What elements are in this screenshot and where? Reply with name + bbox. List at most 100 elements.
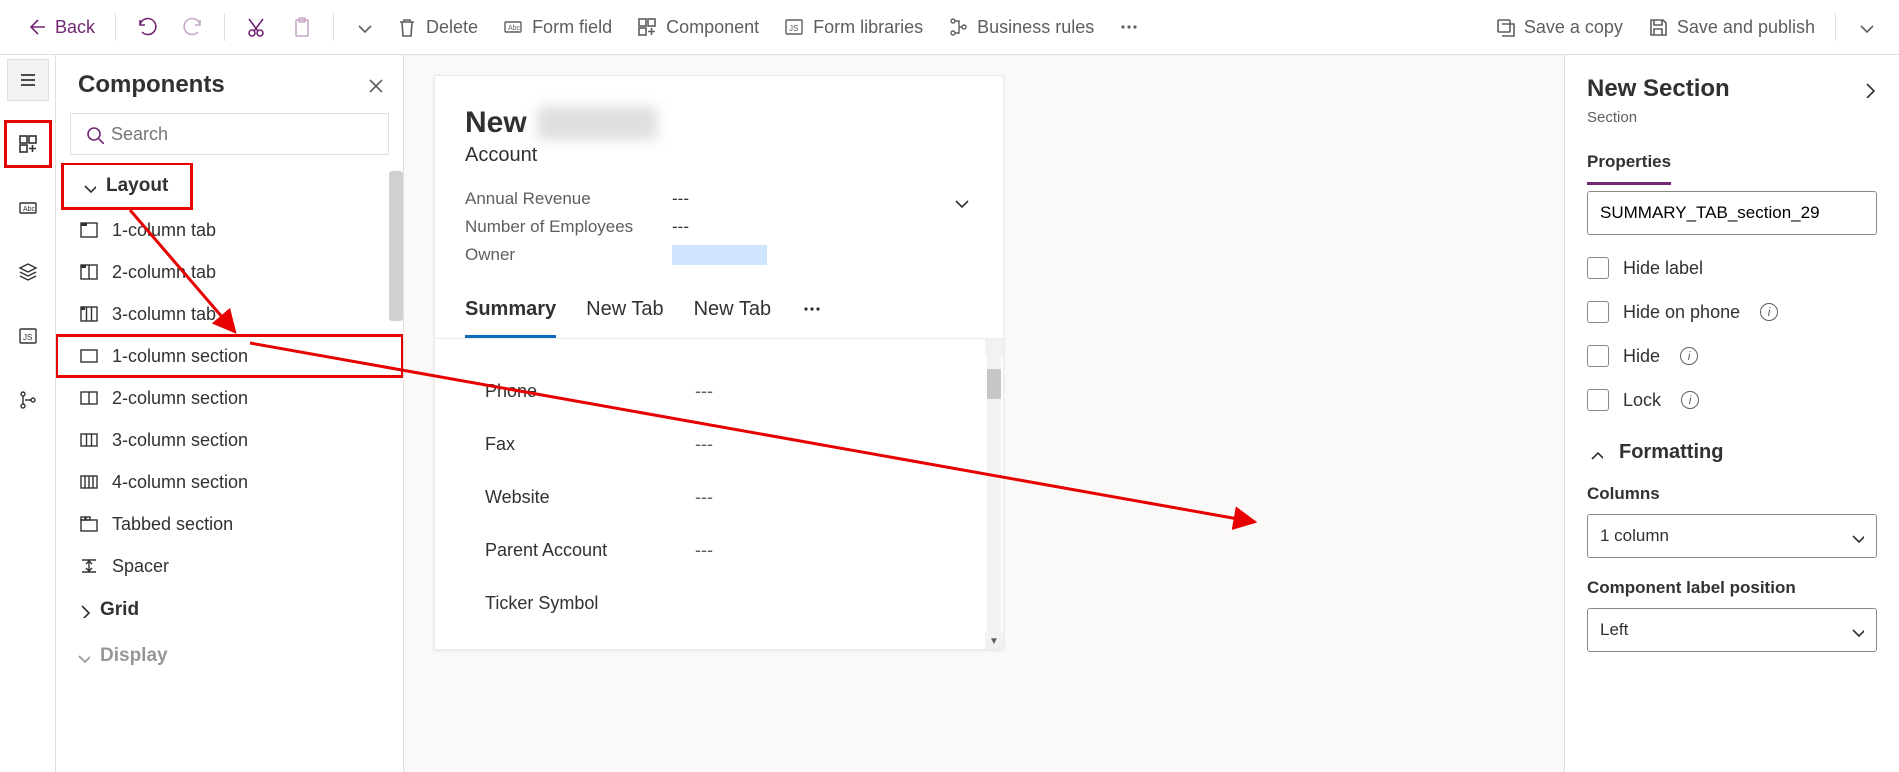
lock-checkbox[interactable] [1587,389,1609,411]
body-label: Parent Account [485,540,695,561]
info-icon[interactable]: i [1681,391,1699,409]
columns-select[interactable]: 1 column [1587,514,1877,558]
tab-overflow-icon[interactable] [801,298,823,338]
item-label: Spacer [112,556,169,577]
form-entity: Account [465,144,973,167]
hide-label-checkbox[interactable] [1587,257,1609,279]
save-publish-label: Save and publish [1677,17,1815,38]
clp-value: Left [1600,620,1628,640]
form-card[interactable]: New Account Account Annual Revenue --- Nu… [434,75,1004,650]
hdr-field-label: Owner [465,245,650,270]
hdr-field-value [672,245,767,270]
clp-select[interactable]: Left [1587,608,1877,652]
hdr-field-value: --- [672,217,689,237]
form-title-prefix: New [465,106,527,140]
cut-button[interactable] [235,10,277,44]
delete-label: Delete [426,17,478,38]
tab-new-2[interactable]: New Tab [694,298,771,338]
form-title: New Account [465,106,973,140]
layout-item-3col-section[interactable]: 3-column section [56,419,403,461]
item-label: 2-column tab [112,262,216,283]
formatting-header[interactable]: Formatting [1587,441,1877,464]
left-rail [0,55,56,772]
tree-scrollbar[interactable] [389,171,403,321]
props-title: New Section [1587,75,1730,103]
hdr-field-label: Number of Employees [465,217,650,237]
separator [224,13,225,41]
form-field-button[interactable]: Form field [492,10,622,44]
back-button[interactable]: Back [15,10,105,44]
item-label: 3-column section [112,430,248,451]
body-label: Phone [485,381,695,402]
save-publish-button[interactable]: Save and publish [1637,10,1825,44]
body-label: Ticker Symbol [485,593,695,614]
paste-button[interactable] [281,10,323,44]
separator [1835,13,1836,41]
rail-hamburger-icon[interactable] [7,59,49,101]
info-icon[interactable]: i [1680,347,1698,365]
body-value[interactable]: --- [695,381,713,402]
hdr-field-label: Annual Revenue [465,189,650,209]
layout-group-header[interactable]: Layout [62,163,192,209]
form-libraries-button[interactable]: Form libraries [773,10,933,44]
rail-components-icon[interactable] [7,123,49,165]
toolbar-chevron[interactable] [344,12,382,42]
rail-layers-icon[interactable] [7,251,49,293]
hide-label-text: Hide label [1623,258,1703,279]
layout-item-1col-tab[interactable]: 1-column tab [56,209,403,251]
form-tabs: Summary New Tab New Tab [435,274,1003,339]
layout-item-3col-tab[interactable]: 3-column tab [56,293,403,335]
grid-group-header[interactable]: Grid [56,587,403,633]
layout-item-2col-section[interactable]: 2-column section [56,377,403,419]
toolbar-overflow[interactable] [1108,10,1150,44]
props-subtitle: Section [1587,109,1877,126]
undo-button[interactable] [126,10,168,44]
scroll-down-icon[interactable]: ▼ [985,633,1003,649]
delete-button[interactable]: Delete [386,10,488,44]
save-publish-chevron[interactable] [1846,12,1884,42]
layout-item-tabbed-section[interactable]: Tabbed section [56,503,403,545]
body-label: Website [485,487,695,508]
search-icon [84,124,104,144]
rail-fields-icon[interactable] [7,187,49,229]
body-label: Fax [485,434,695,455]
layout-item-2col-tab[interactable]: 2-column tab [56,251,403,293]
hdr-field-value: --- [672,189,689,209]
item-label: Tabbed section [112,514,233,535]
section-name-input[interactable] [1587,191,1877,235]
components-title: Components [78,71,225,99]
components-tree: Layout 1-column tab 2-column tab 3-colum… [56,163,403,772]
separator [333,13,334,41]
rail-tree-icon[interactable] [7,379,49,421]
save-copy-button[interactable]: Save a copy [1484,10,1633,44]
header-chevron-icon[interactable] [951,193,973,215]
body-value[interactable]: --- [695,487,713,508]
formatting-label: Formatting [1619,441,1723,464]
expand-icon[interactable] [1859,80,1877,98]
rail-js-icon[interactable] [7,315,49,357]
layout-item-1col-section[interactable]: 1-column section [56,335,403,377]
grid-label: Grid [100,599,139,621]
component-button[interactable]: Component [626,10,769,44]
layout-item-spacer[interactable]: Spacer [56,545,403,587]
hide-phone-checkbox[interactable] [1587,301,1609,323]
body-scrollbar[interactable]: ▲ ▼ [985,339,1003,649]
redo-button[interactable] [172,10,214,44]
display-group-header[interactable]: Display [56,633,403,679]
columns-label: Columns [1587,484,1877,504]
tab-new-1[interactable]: New Tab [586,298,663,338]
body-value[interactable]: --- [695,540,713,561]
tab-summary[interactable]: Summary [465,298,556,338]
info-icon[interactable]: i [1760,303,1778,321]
item-label: 2-column section [112,388,248,409]
form-title-redacted: Account [537,106,657,140]
item-label: 4-column section [112,472,248,493]
hide-checkbox[interactable] [1587,345,1609,367]
search-input[interactable] [70,113,389,155]
business-rules-button[interactable]: Business rules [937,10,1104,44]
props-tab-properties[interactable]: Properties [1587,140,1671,185]
layout-item-4col-section[interactable]: 4-column section [56,461,403,503]
body-value[interactable]: --- [695,434,713,455]
hide-text: Hide [1623,346,1660,367]
close-icon[interactable] [365,75,385,95]
